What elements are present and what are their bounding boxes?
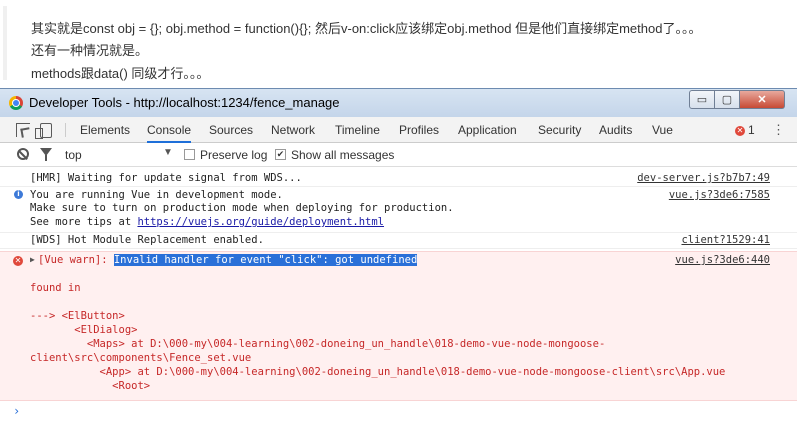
show-all-messages-checkbox[interactable]: ✔ (275, 149, 286, 160)
minimize-button[interactable]: ▭ (689, 90, 715, 109)
comment-line: 其实就是const obj = {}; obj.method = functio… (31, 21, 702, 36)
trace-line: <App> at D:\000-my\004-learning\002-done… (30, 366, 726, 378)
tab-profiles[interactable]: Profiles (399, 123, 439, 137)
chevron-down-icon[interactable]: ▼ (163, 147, 173, 158)
message-source-link[interactable]: dev-server.js?b7b7:49 (637, 172, 770, 184)
error-icon: ✕ (735, 125, 745, 136)
message-text: [WDS] Hot Module Replacement enabled. (30, 234, 264, 246)
preserve-log-label: Preserve log (200, 148, 268, 162)
expand-arrow-icon[interactable]: ▶ (30, 255, 35, 264)
tab-vue[interactable]: Vue (652, 123, 673, 137)
console-message: [HMR] Waiting for update signal from WDS… (0, 171, 797, 187)
devtools-window: Developer Tools - http://localhost:1234/… (0, 88, 797, 427)
window-title: Developer Tools - http://localhost:1234/… (29, 95, 340, 110)
trace-line: found in (30, 282, 81, 294)
preserve-log-checkbox[interactable] (184, 149, 195, 160)
console-prompt[interactable]: › (13, 404, 20, 418)
quote-bar (3, 6, 7, 80)
clear-console-icon[interactable] (17, 148, 29, 160)
filter-icon[interactable] (40, 148, 52, 161)
tab-application[interactable]: Application (458, 123, 517, 137)
error-counter[interactable]: ✕ 1 (735, 123, 755, 137)
divider (65, 123, 66, 137)
maximize-button[interactable]: ▢ (715, 90, 740, 109)
info-icon: i (14, 190, 23, 199)
window-controls: ▭ ▢ ✕ (689, 90, 785, 109)
tab-timeline[interactable]: Timeline (335, 123, 380, 137)
comment-line: 还有一种情况就是。 (31, 43, 149, 58)
console-error-message: ✕ ▶ [Vue warn]: Invalid handler for even… (0, 251, 797, 401)
console-output: [HMR] Waiting for update signal from WDS… (0, 167, 797, 427)
tab-console[interactable]: Console (147, 123, 192, 143)
chrome-icon (9, 96, 23, 110)
message-text: See more tips at (30, 216, 138, 228)
tab-elements[interactable]: Elements (80, 123, 130, 137)
trace-line: ---> <ElButton> (30, 310, 125, 322)
deployment-link[interactable]: https://vuejs.org/guide/deployment.html (137, 216, 384, 228)
show-all-messages-label: Show all messages (291, 148, 395, 162)
device-toolbar-icon[interactable] (35, 123, 52, 139)
message-source-link[interactable]: vue.js?3de6:7585 (669, 189, 770, 201)
inspect-element-icon[interactable] (16, 123, 30, 137)
window-titlebar[interactable]: Developer Tools - http://localhost:1234/… (0, 89, 797, 117)
error-prefix: [Vue warn]: (38, 254, 114, 266)
console-message: [WDS] Hot Module Replacement enabled. cl… (0, 233, 797, 249)
trace-line: <Maps> at D:\000-my\004-learning\002-don… (30, 338, 606, 350)
trace-line: client\src\components\Fence_set.vue (30, 352, 252, 364)
tab-audits[interactable]: Audits (599, 123, 632, 137)
error-icon: ✕ (13, 256, 23, 266)
tab-network[interactable]: Network (271, 123, 315, 137)
console-filter-bar: top ▼ Preserve log ✔ Show all messages (0, 143, 797, 167)
more-options-icon[interactable]: ⋮ (772, 122, 785, 138)
trace-line: <Root> (30, 380, 151, 392)
devtools-tabbar: Elements Console Sources Network Timelin… (0, 117, 797, 143)
tab-sources[interactable]: Sources (209, 123, 253, 137)
trace-line: <ElDialog> (30, 324, 138, 336)
console-message: i You are running Vue in development mod… (0, 187, 797, 233)
message-text: You are running Vue in development mode. (30, 189, 283, 201)
tab-security[interactable]: Security (538, 123, 581, 137)
message-text: Make sure to turn on production mode whe… (30, 202, 454, 214)
comment-line: methods跟data() 同级才行。。。 (31, 66, 210, 81)
error-highlight: Invalid handler for event "click": got u… (113, 254, 418, 266)
message-source-link[interactable]: vue.js?3de6:440 (675, 254, 770, 266)
context-selector[interactable]: top (65, 148, 82, 162)
error-count: 1 (748, 123, 755, 137)
blog-comment: 其实就是const obj = {}; obj.method = functio… (0, 0, 797, 88)
message-source-link[interactable]: client?1529:41 (681, 234, 770, 246)
message-text: [HMR] Waiting for update signal from WDS… (30, 172, 302, 184)
close-button[interactable]: ✕ (740, 90, 785, 109)
